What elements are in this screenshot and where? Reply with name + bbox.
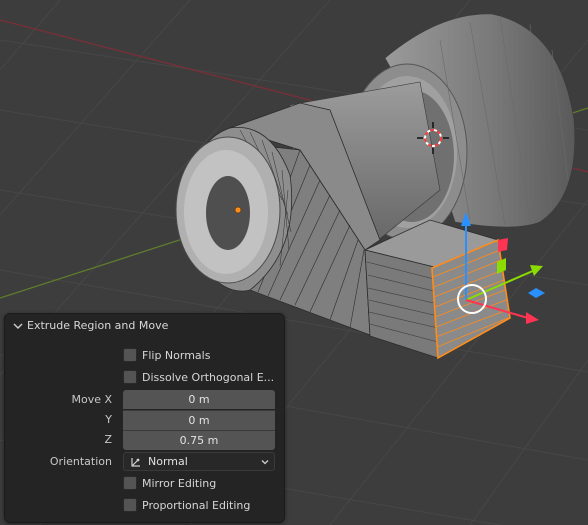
move-y-label: Y (105, 413, 112, 426)
flip-normals-box[interactable] (123, 348, 137, 362)
proportional-editing-label: Proportional Editing (142, 498, 251, 512)
mirror-editing-box[interactable] (123, 476, 137, 490)
orientation-value: Normal (148, 455, 188, 468)
dissolve-orthogonal-box[interactable] (123, 370, 137, 384)
flip-normals-checkbox[interactable]: Flip Normals (123, 346, 210, 364)
mirror-editing-label: Mirror Editing (142, 476, 217, 490)
chevron-down-icon (261, 460, 269, 465)
proportional-editing-checkbox[interactable]: Proportional Editing (123, 496, 250, 514)
orientation-dropdown[interactable]: Normal (123, 452, 275, 471)
origin-point (234, 206, 242, 214)
gizmo-yz-plane[interactable] (498, 238, 508, 252)
proportional-editing-box[interactable] (123, 498, 137, 512)
move-x-label: Move X (71, 393, 112, 406)
move-z-field[interactable]: 0.75 m (123, 430, 275, 450)
operator-panel-header[interactable]: Extrude Region and Move (5, 314, 284, 338)
operator-panel-title: Extrude Region and Move (27, 319, 169, 332)
dissolve-orthogonal-checkbox[interactable]: Dissolve Orthogonal E... (123, 368, 274, 386)
orientation-label: Orientation (49, 455, 112, 468)
orientation-normal-icon (131, 458, 140, 467)
flip-normals-label: Flip Normals (142, 348, 211, 362)
move-z-label: Z (104, 433, 112, 446)
dissolve-orthogonal-label: Dissolve Orthogonal E... (142, 370, 275, 384)
mirror-editing-checkbox[interactable]: Mirror Editing (123, 474, 216, 492)
move-x-field[interactable]: 0 m (123, 390, 275, 409)
operator-redo-panel: Extrude Region and Move Flip Normals Dis… (4, 313, 285, 523)
move-y-field[interactable]: 0 m (123, 410, 275, 430)
chevron-down-icon[interactable] (12, 320, 24, 332)
